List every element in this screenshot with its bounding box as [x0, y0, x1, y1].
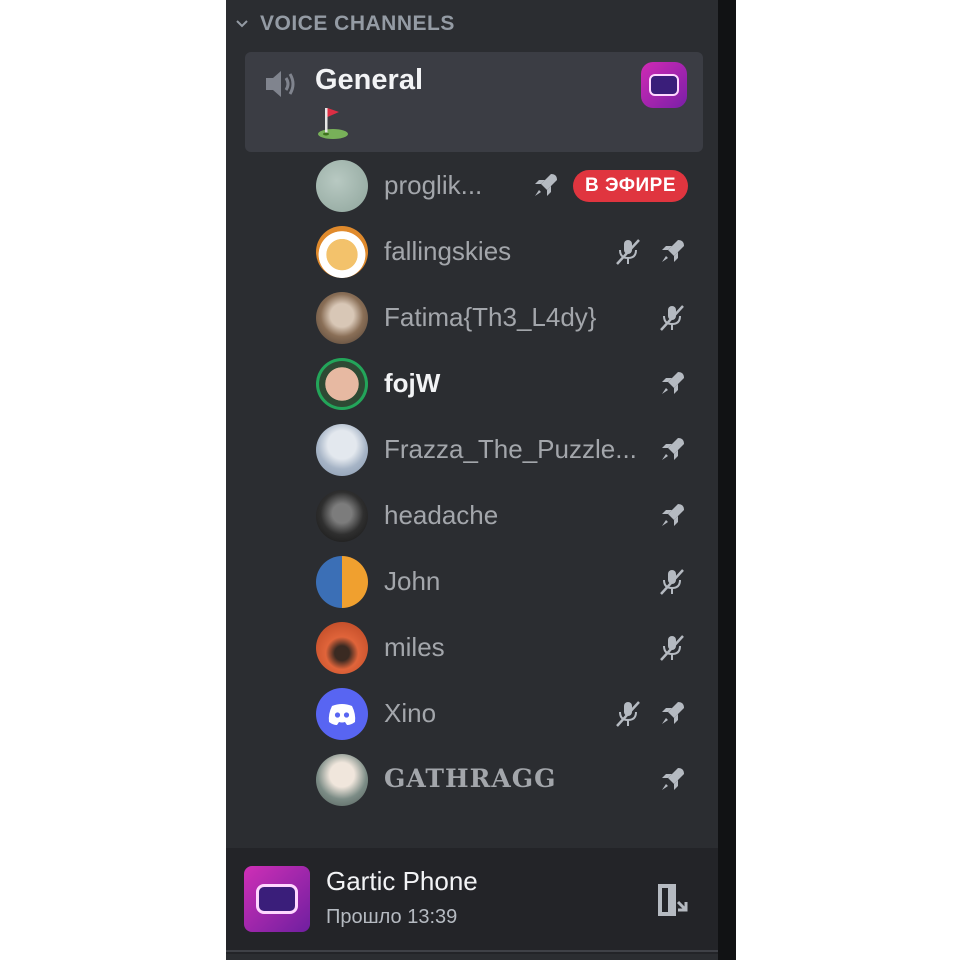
leave-activity-icon[interactable]	[652, 880, 692, 920]
mic-muted-icon	[660, 305, 684, 331]
voice-channel-general[interactable]: General	[245, 52, 703, 152]
rocket-icon	[662, 768, 684, 790]
participant-name: GATHRAGG	[384, 764, 557, 793]
voice-channels-category[interactable]: VOICE CHANNELS	[234, 8, 455, 40]
mic-muted-icon	[660, 569, 684, 595]
avatar	[316, 292, 368, 344]
activity-elapsed: Прошло 13:39	[326, 906, 458, 928]
mic-muted-icon	[660, 635, 684, 661]
activity-bar[interactable]: Gartic Phone Прошло 13:39	[226, 848, 718, 954]
golf-flag-icon	[318, 108, 348, 139]
rocket-icon	[662, 240, 684, 262]
channel-name: General	[315, 64, 423, 96]
avatar	[316, 556, 368, 608]
mic-muted-icon	[616, 701, 640, 727]
avatar	[316, 688, 368, 740]
left-background	[0, 0, 226, 960]
avatar	[316, 754, 368, 806]
avatar	[316, 160, 368, 212]
right-background	[736, 0, 960, 960]
participant-name: fojW	[384, 368, 441, 398]
participant-name: Fatima{Th3_L4dy}	[384, 302, 597, 332]
gartic-phone-icon[interactable]	[641, 62, 687, 108]
rocket-icon	[662, 438, 684, 460]
participant-row[interactable]: headache	[316, 490, 696, 544]
live-badge: В ЭФИРЕ	[573, 170, 688, 202]
participant-name: John	[384, 566, 441, 596]
participant-name: Frazza_The_Puzzle...	[384, 434, 637, 464]
participant-name: fallingskies	[384, 236, 512, 266]
participant-row[interactable]: John	[316, 556, 696, 610]
sidebar-border	[718, 0, 736, 960]
speaker-icon	[266, 71, 295, 97]
participant-name: proglik...	[384, 170, 483, 200]
mic-muted-icon	[616, 239, 640, 265]
avatar	[316, 424, 368, 476]
participant-row[interactable]: proglik... В ЭФИРЕ	[316, 160, 696, 214]
avatar	[316, 226, 368, 278]
participant-name: miles	[384, 632, 445, 662]
participant-row[interactable]: Frazza_The_Puzzle...	[316, 424, 696, 478]
participant-row[interactable]: Xino	[316, 688, 696, 742]
activity-title: Gartic Phone	[326, 866, 478, 896]
avatar	[316, 622, 368, 674]
participant-row[interactable]: fallingskies	[316, 226, 696, 280]
participant-row[interactable]: fojW	[316, 358, 696, 412]
avatar	[316, 358, 368, 410]
rocket-icon	[662, 372, 684, 394]
avatar	[316, 490, 368, 542]
rocket-icon	[662, 702, 684, 724]
gartic-phone-thumbnail	[244, 866, 310, 932]
rocket-icon	[662, 504, 684, 526]
participant-row[interactable]: GATHRAGG	[316, 754, 696, 808]
chevron-down-icon	[236, 20, 248, 28]
divider	[226, 950, 718, 952]
participant-name: Xino	[384, 698, 437, 728]
participant-name: headache	[384, 500, 499, 530]
discord-logo-icon	[328, 704, 356, 725]
participant-row[interactable]: Fatima{Th3_L4dy}	[316, 292, 696, 346]
category-label: VOICE CHANNELS	[260, 12, 455, 35]
rocket-icon	[535, 174, 557, 196]
participant-row[interactable]: miles	[316, 622, 696, 676]
